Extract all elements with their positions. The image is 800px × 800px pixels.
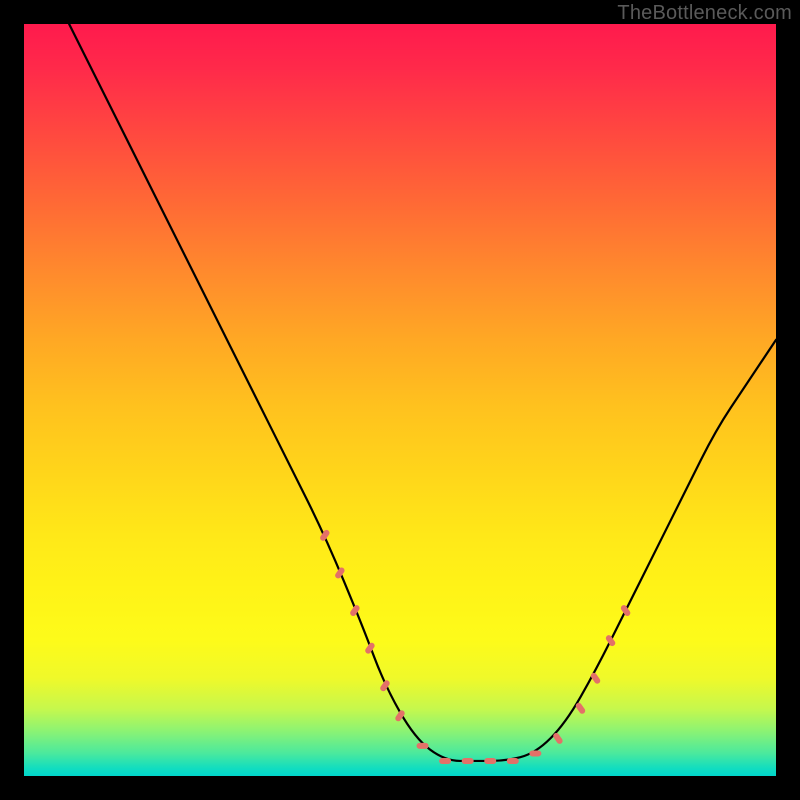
highlight-dot [605,634,617,647]
highlight-dot [529,750,541,756]
highlight-dots [319,529,632,764]
highlight-dot [620,604,632,617]
highlight-dot [439,758,451,764]
highlight-dot [334,566,346,579]
highlight-dot [417,743,429,749]
bottleneck-curve-path [69,24,776,761]
chart-frame: TheBottleneck.com [0,0,800,800]
highlight-dot [484,758,496,764]
highlight-dot [462,758,474,764]
highlight-dot [364,642,376,655]
curve-layer [24,24,776,776]
plot-area [24,24,776,776]
bottleneck-curve [69,24,776,761]
highlight-dot [507,758,519,764]
watermark-text: TheBottleneck.com [617,2,792,25]
